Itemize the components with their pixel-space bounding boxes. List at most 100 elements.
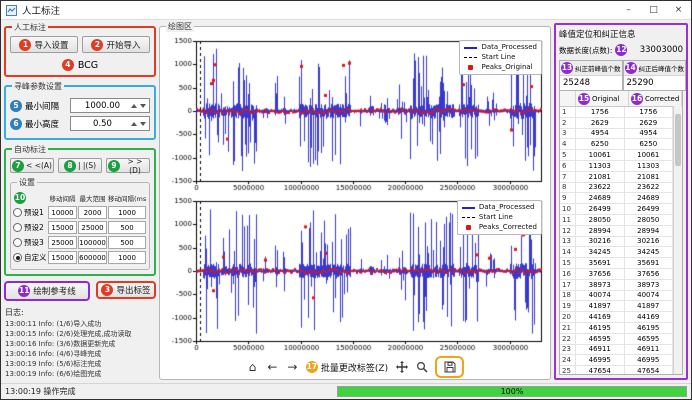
preset-radio[interactable] bbox=[13, 238, 22, 247]
preset-row[interactable]: 预设3 25000100000500 bbox=[13, 236, 147, 249]
spinner-arrows-icon[interactable] bbox=[131, 122, 146, 126]
preset-label: 预设3 bbox=[24, 237, 44, 248]
min-height-input[interactable]: 0.50 bbox=[70, 116, 150, 131]
legend-item: Data_Processed bbox=[462, 203, 537, 212]
peaks-table-row[interactable]: 226292629 bbox=[560, 118, 673, 129]
signal-type-selector[interactable]: BCG bbox=[78, 60, 98, 71]
preset-radio[interactable] bbox=[13, 208, 22, 217]
title-bar: 人工标注 – □ × bbox=[1, 1, 691, 20]
peaks-table-row[interactable]: 61130311303 bbox=[560, 161, 673, 172]
preset-col-header: 移动间隔 bbox=[48, 193, 77, 203]
step-forward-button[interactable]: 9 > >(D) bbox=[106, 158, 150, 173]
badge-16: 16 bbox=[631, 93, 643, 105]
forward-icon[interactable]: → bbox=[286, 359, 299, 375]
peaks-table-row[interactable]: 234691146911 bbox=[560, 345, 673, 356]
peaks-table-row[interactable]: 143424534245 bbox=[560, 247, 673, 258]
row-index: 2 bbox=[560, 118, 576, 128]
badge-1: 1 bbox=[19, 39, 31, 51]
close-button[interactable]: × bbox=[666, 1, 691, 19]
badge-13: 13 bbox=[561, 62, 573, 74]
preset-label: 自定义 bbox=[24, 252, 47, 263]
peaks-table-row[interactable]: 214619546195 bbox=[560, 323, 673, 334]
chart-bottom[interactable]: Data_ProcessedStart LinePeaks_Corrected bbox=[163, 196, 547, 354]
peaks-table-row[interactable]: 184007440074 bbox=[560, 291, 673, 302]
preset-value-cell[interactable]: 500 bbox=[108, 236, 146, 249]
peaks-table-row[interactable]: 122899428994 bbox=[560, 226, 673, 237]
preset-value-cell[interactable]: 500 bbox=[108, 221, 146, 234]
preset-radio[interactable] bbox=[13, 253, 22, 262]
preset-row[interactable]: 自定义150006000001000 bbox=[13, 251, 147, 264]
peaks-table-row[interactable]: 462506250 bbox=[560, 139, 673, 150]
peaks-table-row[interactable]: 163765637656 bbox=[560, 269, 673, 280]
pause-button[interactable]: 8 | |(S) bbox=[58, 158, 102, 173]
home-icon[interactable]: ⌂ bbox=[246, 359, 259, 375]
peaks-table-row[interactable]: 349544954 bbox=[560, 129, 673, 140]
peaks-table-row[interactable]: 51006110061 bbox=[560, 150, 673, 161]
preset-value-cell[interactable]: 25000 bbox=[78, 221, 107, 234]
preset-radio[interactable] bbox=[13, 223, 22, 232]
peaks-table-row[interactable]: 224659546595 bbox=[560, 334, 673, 345]
row-index: 1 bbox=[560, 107, 576, 117]
data-length-label: 数据长度(点数): bbox=[559, 45, 612, 56]
maximize-button[interactable]: □ bbox=[641, 1, 666, 19]
peaks-table-row[interactable]: 204416944169 bbox=[560, 312, 673, 323]
preset-value-cell[interactable]: 25000 bbox=[48, 236, 77, 249]
preset-value-cell[interactable]: 10000 bbox=[48, 206, 77, 219]
peaks-table-row[interactable]: 92468924689 bbox=[560, 193, 673, 204]
peaks-table-row[interactable]: 173897338973 bbox=[560, 280, 673, 291]
original-value: 34245 bbox=[576, 247, 625, 257]
spinner-arrows-icon[interactable] bbox=[131, 104, 146, 108]
start-import-button[interactable]: 2 开始导入 bbox=[82, 36, 150, 53]
peaks-table-row[interactable]: 117561756 bbox=[560, 107, 673, 118]
peaks-table-row[interactable]: 153569135691 bbox=[560, 258, 673, 269]
draw-reference-line-button[interactable]: 11 绘制参考线 bbox=[4, 281, 90, 301]
save-icon[interactable] bbox=[443, 359, 456, 375]
original-value: 24689 bbox=[576, 193, 625, 203]
badge-15: 15 bbox=[578, 93, 590, 105]
preset-value-cell[interactable]: 15000 bbox=[48, 251, 77, 264]
min-height-value: 0.50 bbox=[74, 119, 131, 129]
peaks-table-row[interactable]: 82362223622 bbox=[560, 183, 673, 194]
step-back-button[interactable]: 7 < <(A) bbox=[10, 158, 54, 173]
preset-row[interactable]: 预设11000020001000 bbox=[13, 206, 147, 219]
log-panel: 日志: 13:00:11 Info: (1/6)导入成功13:00:15 Inf… bbox=[4, 306, 156, 380]
zoom-icon[interactable] bbox=[415, 359, 428, 375]
preset-value-cell[interactable]: 100000 bbox=[78, 236, 107, 249]
window-controls: – □ × bbox=[616, 1, 691, 19]
main-area: 人工标注 1 导入设置 2 开始导入 4 BCG 寻峰参数 bbox=[1, 20, 691, 383]
before-count-value: 25248 bbox=[560, 76, 622, 90]
min-interval-input[interactable]: 1000.00 bbox=[70, 98, 150, 113]
marker-swatch-icon bbox=[466, 225, 471, 230]
pan-icon[interactable] bbox=[395, 359, 408, 375]
minimize-button[interactable]: – bbox=[616, 1, 641, 19]
import-settings-button[interactable]: 1 导入设置 bbox=[10, 36, 78, 53]
peaks-table-row[interactable]: 244699546995 bbox=[560, 355, 673, 366]
peaks-table-row[interactable]: 72108121081 bbox=[560, 172, 673, 183]
original-value: 46195 bbox=[576, 323, 625, 333]
preset-value-cell[interactable]: 1000 bbox=[108, 251, 146, 264]
back-icon[interactable]: ← bbox=[266, 359, 279, 375]
peaks-table-row[interactable]: 254765447654 bbox=[560, 366, 673, 374]
chart-top[interactable]: Data_ProcessedStart LinePeaks_Original bbox=[163, 36, 547, 194]
export-labels-button[interactable]: 3 导出标签 bbox=[96, 281, 156, 299]
plot-area-title: 绘图区 bbox=[166, 21, 194, 32]
peaks-table-row[interactable]: 102649926499 bbox=[560, 204, 673, 215]
preset-value-cell[interactable]: 600000 bbox=[78, 251, 107, 264]
corrected-value: 24689 bbox=[625, 193, 674, 203]
data-length-row: 数据长度(点数): 12 33003000 bbox=[559, 44, 683, 56]
log-line: 13:00:15 Info: (2/6)处理完成,成功读取 bbox=[5, 329, 155, 339]
table-scrollbar[interactable] bbox=[673, 106, 682, 374]
preset-value-cell[interactable]: 1000 bbox=[108, 206, 146, 219]
peaks-table-row[interactable]: 112805028050 bbox=[560, 215, 673, 226]
legend-item: Start Line bbox=[462, 213, 537, 222]
peaks-table-row[interactable]: 194189741897 bbox=[560, 301, 673, 312]
export-labels-label: 导出标签 bbox=[116, 284, 150, 296]
preset-value-cell[interactable]: 15000 bbox=[48, 221, 77, 234]
batch-edit-labels-button[interactable]: 17 批量更改标签(Z) bbox=[306, 361, 388, 374]
original-value: 1756 bbox=[576, 107, 625, 117]
preset-row[interactable]: 预设21500025000500 bbox=[13, 221, 147, 234]
peaks-table-row[interactable]: 133021630216 bbox=[560, 237, 673, 248]
row-index: 14 bbox=[560, 247, 576, 257]
preset-value-cell[interactable]: 2000 bbox=[78, 206, 107, 219]
scrollbar-thumb[interactable] bbox=[675, 114, 681, 166]
